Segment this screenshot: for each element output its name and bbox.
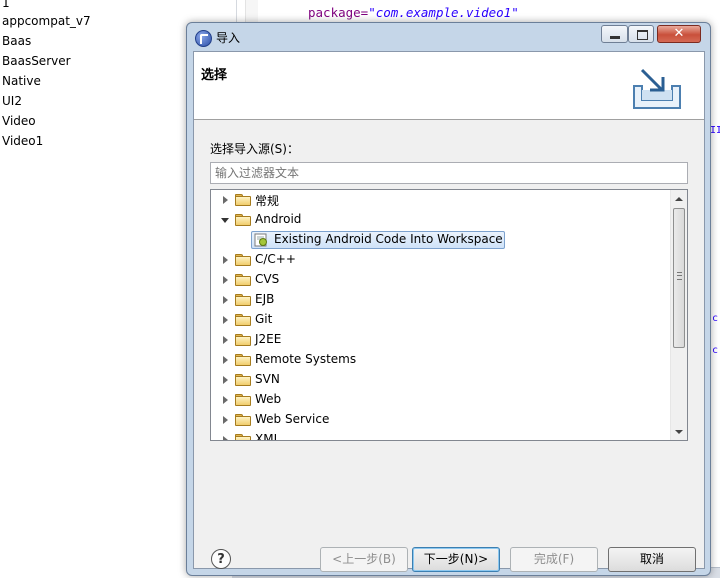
expand-arrow-icon[interactable]	[223, 436, 228, 440]
expand-arrow-icon[interactable]	[223, 416, 228, 424]
import-source-label: 选择导入源(S)：	[210, 142, 299, 156]
project-item[interactable]: appcompat_v7	[2, 11, 91, 31]
tree-item-label: C/C++	[255, 252, 296, 266]
folder-icon	[235, 334, 251, 346]
import-app-icon	[195, 30, 212, 47]
folder-icon	[235, 254, 251, 266]
project-item[interactable]: UI2	[2, 91, 22, 111]
tree-item-label: CVS	[255, 272, 280, 286]
tree-item-cvs[interactable]: CVS	[211, 270, 671, 290]
tree-item-label: 常规	[255, 194, 280, 208]
code-fragment: II	[710, 125, 720, 136]
tree-item-label: J2EE	[255, 332, 282, 346]
folder-icon	[235, 354, 251, 366]
scrollbar-thumb[interactable]	[673, 208, 685, 348]
help-icon[interactable]: ?	[211, 549, 231, 569]
folder-icon	[235, 374, 251, 386]
android-project-icon	[254, 233, 267, 247]
close-button[interactable]: ✕	[657, 25, 701, 43]
expand-arrow-icon[interactable]	[223, 276, 228, 284]
back-button[interactable]: <上一步(B)	[320, 547, 408, 572]
tree-item-label: EJB	[255, 292, 275, 306]
project-item[interactable]: Baas	[2, 31, 31, 51]
maximize-icon	[637, 30, 648, 40]
import-wizard-icon	[633, 68, 681, 109]
expand-arrow-icon[interactable]	[223, 256, 228, 264]
tree-item-git[interactable]: Git	[211, 310, 671, 330]
tree-item-general[interactable]: 常规	[211, 190, 671, 210]
expand-arrow-icon[interactable]	[223, 316, 228, 324]
tree-item-label: Android	[255, 212, 302, 226]
minimize-button[interactable]	[601, 25, 628, 43]
tree-item-label: Web Service	[255, 412, 330, 426]
folder-icon	[235, 434, 251, 440]
import-dialog: 导入 ✕ 选择 选择导入源(S)： 常规 And	[186, 22, 711, 576]
folder-icon	[235, 394, 251, 406]
tree-item-label: XML	[255, 432, 281, 441]
tree-item-label: Remote Systems	[255, 352, 357, 366]
expand-arrow-icon[interactable]	[223, 336, 228, 344]
code-line[interactable]: package="com.example.video1"	[308, 5, 519, 20]
project-item[interactable]: Video1	[2, 131, 43, 151]
folder-icon	[235, 214, 251, 226]
tree-item-label: SVN	[255, 372, 280, 386]
tree-scrollbar[interactable]	[670, 190, 687, 440]
project-explorer: 1 appcompat_v7 Baas BaasServer Native UI…	[0, 0, 185, 577]
dialog-title: 导入	[216, 31, 241, 45]
dialog-titlebar[interactable]: 导入 ✕	[187, 23, 710, 51]
tree-item-j2ee[interactable]: J2EE	[211, 330, 671, 350]
folder-icon	[235, 294, 251, 306]
dialog-body: 选择 选择导入源(S)： 常规 Android	[193, 51, 705, 572]
tree-item-xml[interactable]: XML	[211, 430, 671, 441]
tree-item-svn[interactable]: SVN	[211, 370, 671, 390]
expand-arrow-icon[interactable]	[223, 196, 228, 204]
filter-input[interactable]	[210, 162, 688, 184]
tree-item-existing-android-code[interactable]: Existing Android Code Into Workspace	[211, 230, 671, 250]
folder-icon	[235, 274, 251, 286]
minimize-icon	[610, 36, 620, 39]
tree-item-web[interactable]: Web	[211, 390, 671, 410]
tree-item-remote-systems[interactable]: Remote Systems	[211, 350, 671, 370]
scroll-down-icon[interactable]	[675, 430, 683, 434]
cancel-button[interactable]: 取消	[608, 547, 696, 572]
tree-item-web-service[interactable]: Web Service	[211, 410, 671, 430]
folder-icon	[235, 314, 251, 326]
finish-button[interactable]: 完成(F)	[510, 547, 598, 572]
code-fragment: c	[712, 345, 719, 356]
expand-arrow-icon[interactable]	[223, 356, 228, 364]
collapse-arrow-icon[interactable]	[221, 218, 229, 223]
expand-arrow-icon[interactable]	[223, 296, 228, 304]
tree-item-label: Git	[255, 312, 273, 326]
tree-item-cpp[interactable]: C/C++	[211, 250, 671, 270]
wizard-banner: 选择	[194, 52, 704, 120]
import-source-tree[interactable]: 常规 Android Existing Android Code Into Wo…	[210, 189, 688, 441]
tree-item-label: Existing Android Code Into Workspace	[274, 232, 503, 246]
expand-arrow-icon[interactable]	[223, 396, 228, 404]
grip-icon	[677, 272, 682, 280]
next-button[interactable]: 下一步(N)>	[412, 547, 500, 572]
tree-item-label: Web	[255, 392, 282, 406]
xml-attribute: package=	[308, 5, 369, 20]
folder-icon	[235, 194, 251, 206]
maximize-button[interactable]	[628, 25, 654, 43]
project-item[interactable]: BaasServer	[2, 51, 71, 71]
xml-value: "com.example.video1"	[368, 5, 519, 20]
code-fragment: c	[712, 313, 719, 324]
expand-arrow-icon[interactable]	[223, 376, 228, 384]
tree-item-ejb[interactable]: EJB	[211, 290, 671, 310]
close-icon: ✕	[673, 26, 685, 41]
tree-item-android[interactable]: Android	[211, 210, 671, 230]
scroll-up-icon[interactable]	[675, 197, 683, 201]
folder-icon	[235, 414, 251, 426]
page-title: 选择	[201, 68, 228, 83]
project-item[interactable]: Native	[2, 71, 41, 91]
project-item[interactable]: Video	[2, 111, 36, 131]
